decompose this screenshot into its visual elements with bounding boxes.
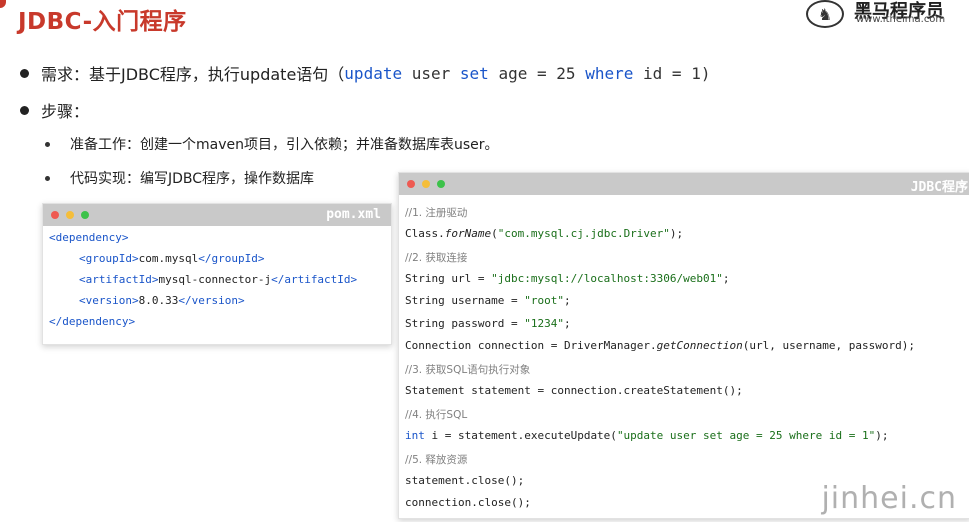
pom-window-titlebar: pom.xml xyxy=(43,204,391,226)
code-line: statement.close(); xyxy=(405,474,525,487)
watermark: jinhei.cn xyxy=(821,481,957,516)
requirement-code-update: update xyxy=(344,63,403,83)
requirement-code-1: 1) xyxy=(691,63,711,83)
requirement-code-eq: = xyxy=(537,63,547,83)
slide-header: JDBC-入门程序 ♞ 黑马程序员 www.itheima.com xyxy=(0,0,969,36)
code-line: <dependency> xyxy=(49,231,129,244)
bullet-steps: 步骤： xyxy=(20,98,89,122)
sub-bullet-dot xyxy=(45,141,50,147)
code-line: Class.forName("com.mysql.cj.jdbc.Driver"… xyxy=(405,227,684,240)
code-line: connection.close(); xyxy=(405,496,531,509)
requirement-code-user: user xyxy=(411,63,451,83)
maximize-dot-icon xyxy=(437,180,445,188)
sub-bullet-dot xyxy=(45,175,50,181)
close-dot-icon xyxy=(407,180,415,188)
code-line: <version>8.0.33</version> xyxy=(79,294,245,307)
code-comment: //5. 释放资源 xyxy=(405,454,468,466)
code-line: <groupId>com.mysql</groupId> xyxy=(79,252,265,265)
code-comment: //2. 获取连接 xyxy=(405,252,468,264)
code-comment: //3. 获取SQL语句执行对象 xyxy=(405,364,531,376)
jdbc-window-title: JDBC程序 xyxy=(910,180,968,195)
minimize-dot-icon xyxy=(422,180,430,188)
jdbc-program-window: JDBC程序 //1. 注册驱动 Class.forName("com.mysq… xyxy=(398,172,969,519)
title-accent xyxy=(0,0,6,8)
code-line: String username = "root"; xyxy=(405,294,571,307)
code-line: String url = "jdbc:mysql://localhost:330… xyxy=(405,272,730,285)
close-dot-icon xyxy=(51,211,59,219)
code-line: <artifactId>mysql-connector-j</artifactI… xyxy=(79,273,358,286)
pom-code-block: <dependency> <groupId>com.mysql</groupId… xyxy=(43,226,391,344)
sub-bullet-prepare: 准备工作：创建一个maven项目，引入依赖；并准备数据库表user。 xyxy=(45,134,499,154)
requirement-code-set: set xyxy=(459,63,489,83)
bullet-dot xyxy=(20,68,29,78)
jdbc-window-titlebar: JDBC程序 xyxy=(399,173,969,195)
code-line: int i = statement.executeUpdate("update … xyxy=(405,429,889,442)
code-line: </dependency> xyxy=(49,315,136,328)
requirement-code-id: id xyxy=(643,63,663,83)
code-comment: //4. 执行SQL xyxy=(405,409,468,421)
code-line: Connection connection = DriverManager.ge… xyxy=(405,339,915,352)
code-comment: //1. 注册驱动 xyxy=(405,207,468,219)
sub-bullet-implement: 代码实现：编写JDBC程序，操作数据库 xyxy=(45,168,314,188)
steps-label: 步骤： xyxy=(41,102,90,121)
horse-logo-icon: ♞ xyxy=(806,0,844,28)
brand-logo: ♞ 黑马程序员 www.itheima.com xyxy=(806,0,966,28)
jdbc-code-block: //1. 注册驱动 Class.forName("com.mysql.cj.jd… xyxy=(399,195,969,517)
slide-title: JDBC-入门程序 xyxy=(18,9,187,35)
maximize-dot-icon xyxy=(81,211,89,219)
code-line: Statement statement = connection.createS… xyxy=(405,384,743,397)
requirement-label: 需求：基于JDBC程序，执行update语句（ xyxy=(41,65,345,84)
requirement-code-eq2: = xyxy=(671,63,682,83)
minimize-dot-icon xyxy=(66,211,74,219)
requirement-code-where: where xyxy=(585,63,634,83)
pom-xml-window: pom.xml <dependency> <groupId>com.mysql<… xyxy=(42,203,392,345)
step-prepare-text: 准备工作：创建一个maven项目，引入依赖；并准备数据库表user。 xyxy=(70,137,499,153)
logo-url: www.itheima.com xyxy=(856,14,946,25)
bullet-dot xyxy=(20,105,29,115)
bullet-requirement: 需求：基于JDBC程序，执行update语句（ update user set … xyxy=(20,61,710,85)
requirement-code-age: age xyxy=(498,63,528,83)
pom-window-title: pom.xml xyxy=(326,207,381,222)
requirement-code-25: 25 xyxy=(556,63,576,83)
code-line: String password = "1234"; xyxy=(405,317,571,330)
step-implement-text: 代码实现：编写JDBC程序，操作数据库 xyxy=(70,171,315,187)
